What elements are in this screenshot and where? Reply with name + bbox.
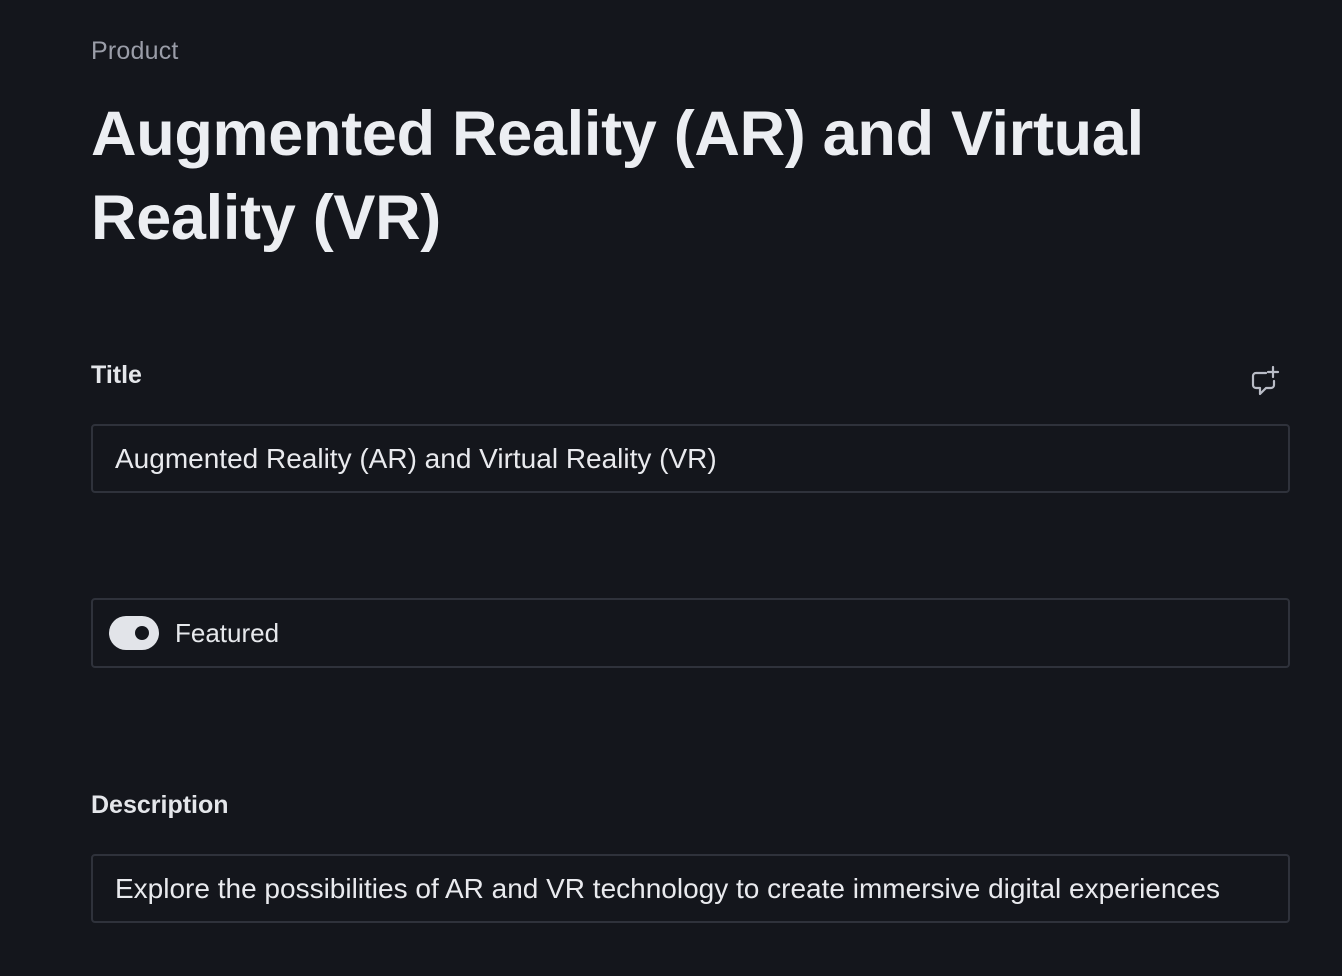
featured-label: Featured bbox=[175, 617, 280, 648]
description-input[interactable] bbox=[91, 854, 1290, 923]
featured-toggle-card: Featured bbox=[91, 598, 1290, 668]
add-comment-icon bbox=[1251, 365, 1280, 396]
switch-knob bbox=[135, 626, 149, 640]
page-title: Augmented Reality (AR) and Virtual Reali… bbox=[91, 99, 1144, 253]
document-editor: Product Augmented Reality (AR) and Virtu… bbox=[0, 0, 1342, 976]
title-field-label: Title bbox=[91, 361, 142, 389]
add-comment-button[interactable] bbox=[1246, 362, 1284, 400]
description-field-label: Description bbox=[91, 791, 229, 819]
featured-switch[interactable] bbox=[109, 616, 159, 650]
title-input[interactable] bbox=[91, 424, 1290, 493]
document-type-label: Product bbox=[91, 37, 179, 65]
